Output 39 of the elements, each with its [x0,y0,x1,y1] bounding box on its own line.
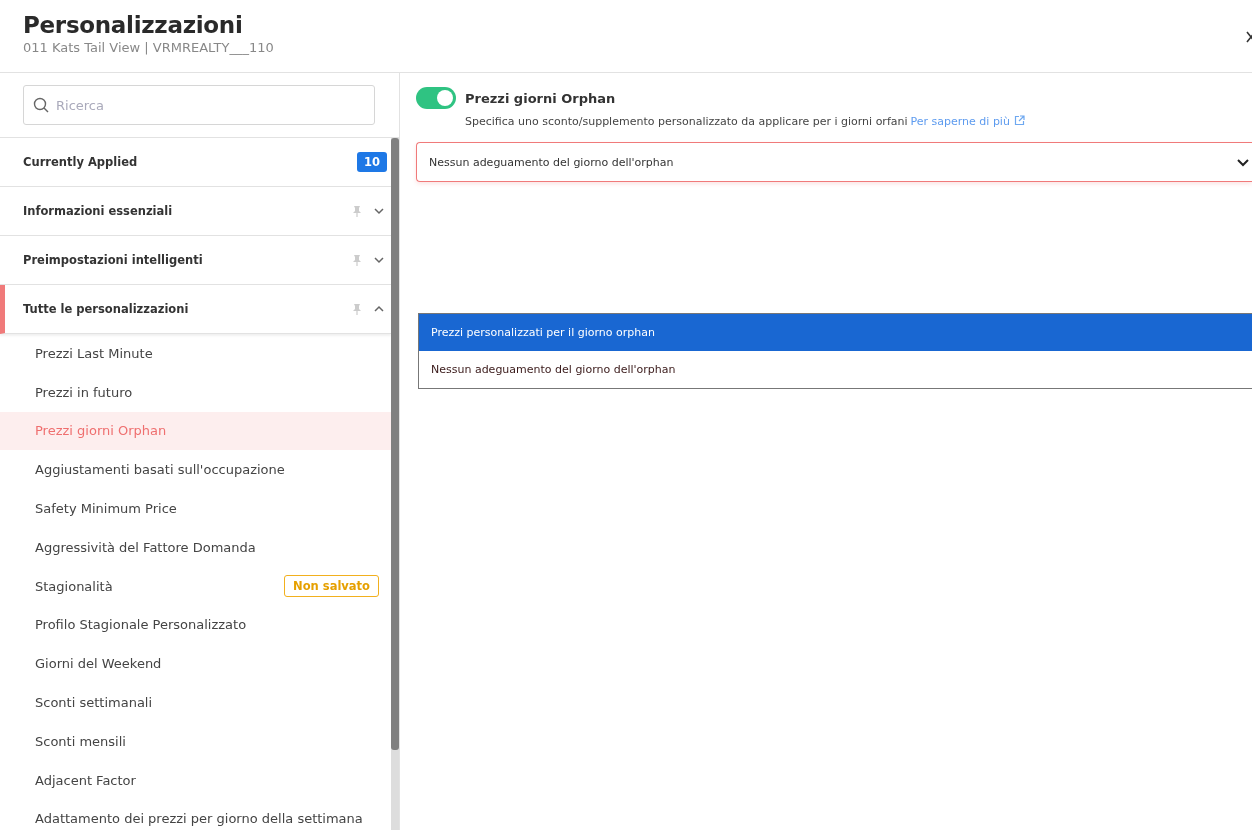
dropdown-option[interactable]: Prezzi personalizzati per il giorno orphan [419,314,1252,351]
item-label: Stagionalità [35,578,113,594]
menu-item[interactable]: Prezzi Last Minute [0,334,391,373]
menu-item[interactable]: Aggressività del Fattore Domanda [0,528,391,567]
menu-item[interactable]: Sconti settimanali [0,683,391,722]
scrollbar[interactable] [391,138,399,830]
external-link-icon [1013,115,1025,126]
menu-item[interactable]: Prezzi in futuro [0,372,391,412]
section-label: Tutte le personalizzazioni [23,302,189,316]
menu-item[interactable]: Adattamento dei prezzi per giorno della settimana [0,799,391,830]
page-subtitle: 011 Kats Tail View | VRMREALTY___110 [23,40,274,55]
section-label: Currently Applied [23,155,138,169]
select-dropdown[interactable]: Nessun adeguamento del giorno dell'orphan [416,142,1252,182]
pin-icon[interactable] [351,253,363,267]
menu-item[interactable]: Sconti mensili [0,721,391,761]
chevron-down-icon[interactable] [373,254,385,266]
toggle-switch[interactable] [416,87,456,109]
section-header[interactable]: Currently Applied 10 [0,138,391,187]
section-label: Preimpostazioni intelligenti [23,253,203,267]
setting-description: Specifica uno sconto/supplemento personalizzato da applicare per i giorni orfani [465,115,908,128]
chevron-down-icon[interactable] [373,205,385,217]
menu-item[interactable]: Giorni del Weekend [0,644,391,684]
page-title: Personalizzazioni [23,12,244,38]
pin-icon[interactable] [351,302,363,316]
search-field[interactable]: Ricerca [23,85,375,125]
setting-title: Prezzi giorni Orphan [465,90,616,106]
pin-icon[interactable] [351,204,363,218]
menu-item[interactable]: Profilo Stagionale Personalizzato [0,605,391,645]
section-header[interactable]: Informazioni essenziali [0,187,391,236]
dropdown-option[interactable]: Nessun adeguamento del giorno dell'orphan [419,351,1252,388]
status-badge: Non salvato [284,575,379,598]
section-header[interactable]: Preimpostazioni intelligenti [0,236,391,285]
menu-item[interactable]: Aggiustamenti basati sull'occupazione [0,450,391,490]
select-value: Nessun adeguamento del giorno dell'orphan [429,155,674,169]
menu-item[interactable]: Stagionalità Non salvato [0,566,391,606]
section-label: Informazioni essenziali [23,204,173,218]
count-badge: 10 [357,152,387,172]
menu-item[interactable]: Safety Minimum Price [0,489,391,528]
menu-item[interactable]: Adjacent Factor [0,760,391,800]
